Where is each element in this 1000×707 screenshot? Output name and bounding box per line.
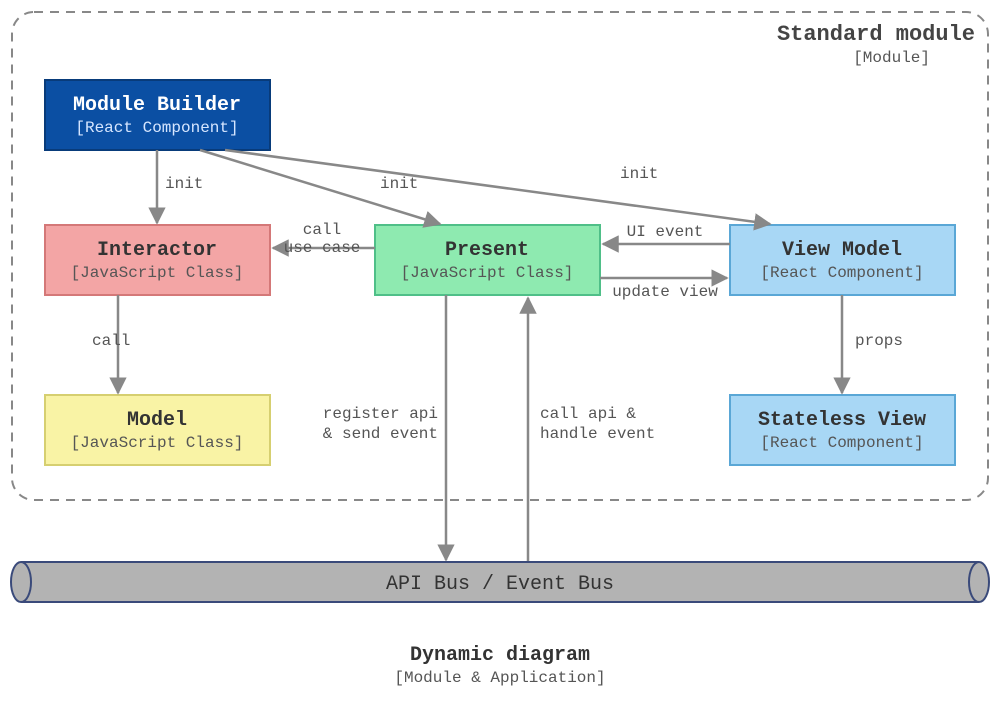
box-present: Present [JavaScript Class] (375, 225, 600, 295)
box-module-builder-sub: [React Component] (75, 119, 238, 137)
edge-present-bus-down-label1: register api (323, 405, 438, 423)
box-model: Model [JavaScript Class] (45, 395, 270, 465)
box-stateless-view-sub: [React Component] (760, 434, 923, 452)
box-stateless-view: Stateless View [React Component] (730, 395, 955, 465)
box-view-model: View Model [React Component] (730, 225, 955, 295)
box-model-title: Model (127, 409, 187, 432)
edge-builder-viewmodel (225, 150, 770, 224)
diagram-canvas: Standard module [Module] Module Builder … (0, 0, 1000, 707)
box-view-model-title: View Model (782, 239, 902, 262)
box-module-builder: Module Builder [React Component] (45, 80, 270, 150)
edge-builder-viewmodel-label: init (620, 165, 658, 183)
box-interactor-title: Interactor (97, 239, 217, 262)
box-interactor-sub: [JavaScript Class] (71, 264, 244, 282)
bus-label: API Bus / Event Bus (386, 573, 614, 596)
edge-bus-present-up-label2: handle event (540, 425, 655, 443)
edge-builder-interactor-label: init (165, 175, 203, 193)
edge-present-bus-down-label2: & send event (323, 425, 438, 443)
box-stateless-view-title: Stateless View (758, 409, 926, 432)
box-view-model-sub: [React Component] (760, 264, 923, 282)
edge-viewmodel-stateless-label: props (855, 332, 903, 350)
edge-present-interactor-label2: use case (284, 239, 361, 257)
box-interactor: Interactor [JavaScript Class] (45, 225, 270, 295)
edge-bus-present-up-label1: call api & (540, 405, 636, 423)
edge-viewmodel-present-label: UI event (627, 223, 704, 241)
box-model-sub: [JavaScript Class] (71, 434, 244, 452)
edge-builder-present-label: init (380, 175, 418, 193)
module-subtitle: [Module] (853, 49, 930, 67)
edge-present-viewmodel-label: update view (612, 283, 718, 301)
bus-cylinder: API Bus / Event Bus (11, 562, 989, 602)
edge-present-interactor-label1: call (303, 221, 341, 239)
module-title: Standard module (777, 22, 975, 47)
caption-title: Dynamic diagram (410, 644, 590, 667)
caption-subtitle: [Module & Application] (394, 669, 605, 687)
edge-interactor-model-label: call (92, 332, 130, 350)
box-present-title: Present (445, 239, 529, 262)
box-present-sub: [JavaScript Class] (401, 264, 574, 282)
box-module-builder-title: Module Builder (73, 94, 241, 117)
